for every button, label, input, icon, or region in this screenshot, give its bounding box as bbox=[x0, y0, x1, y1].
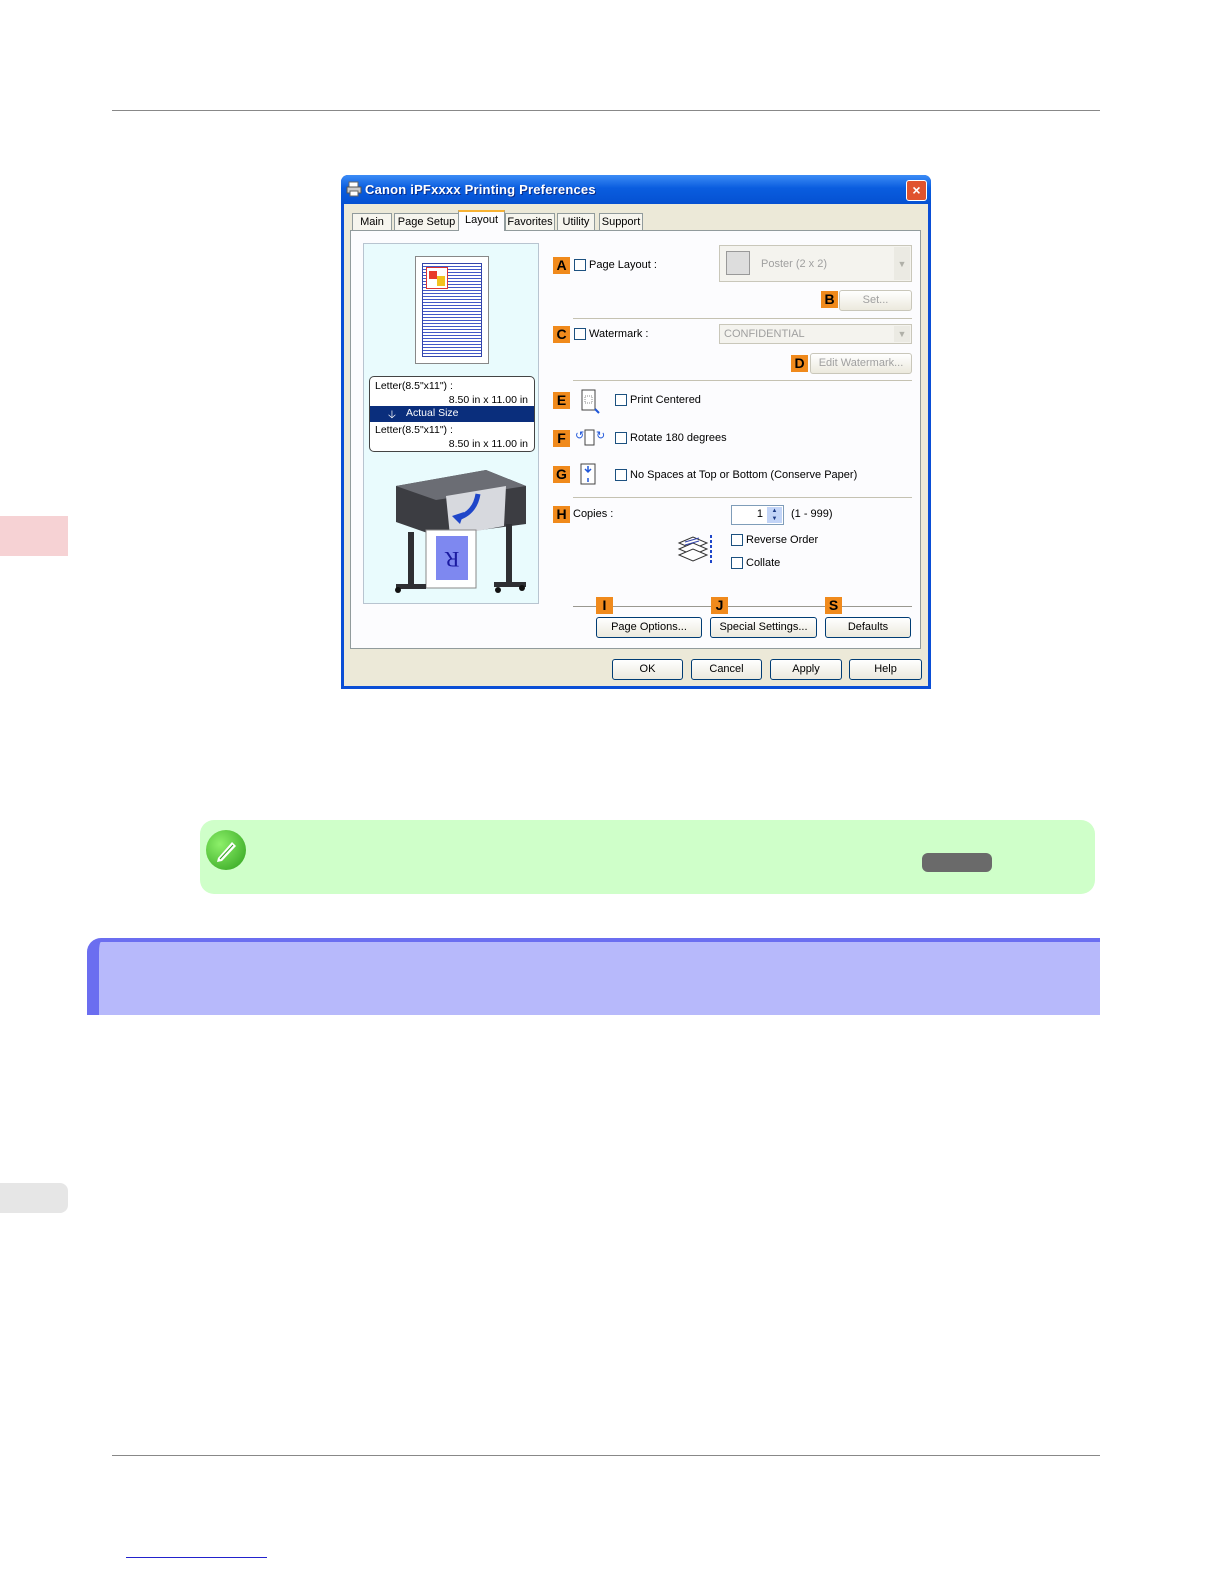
copies-spinner[interactable]: 1 ▲ ▼ bbox=[731, 505, 784, 525]
rotate-checkbox[interactable] bbox=[615, 432, 627, 444]
no-spaces-label: No Spaces at Top or Bottom (Conserve Pap… bbox=[630, 469, 858, 481]
callout-s: S bbox=[825, 597, 842, 614]
header-rule bbox=[112, 110, 1100, 111]
reverse-order-checkbox[interactable] bbox=[731, 534, 743, 546]
footer-rule bbox=[112, 1455, 1100, 1456]
set-button[interactable]: Set... bbox=[839, 290, 912, 311]
svg-text:↺: ↺ bbox=[575, 429, 584, 442]
title-bar[interactable]: Canon iPFxxxx Printing Preferences × bbox=[341, 175, 931, 204]
preview-image-icon bbox=[426, 267, 448, 289]
tab-main[interactable]: Main bbox=[352, 213, 392, 230]
watermark-value: CONFIDENTIAL bbox=[724, 328, 805, 340]
ok-button[interactable]: OK bbox=[612, 659, 683, 680]
close-icon[interactable]: × bbox=[906, 180, 927, 201]
section-heading-bar bbox=[87, 938, 1100, 1015]
callout-e: E bbox=[553, 392, 570, 409]
apply-button[interactable]: Apply bbox=[770, 659, 842, 680]
callout-g: G bbox=[553, 466, 570, 483]
watermark-checkbox[interactable] bbox=[574, 328, 586, 340]
printed-letter: R bbox=[444, 547, 459, 572]
cancel-button[interactable]: Cancel bbox=[691, 659, 762, 680]
spin-up-icon[interactable]: ▲ bbox=[767, 507, 782, 515]
scaling-band: 🡣 Actual Size bbox=[370, 406, 534, 422]
copies-label: Copies : bbox=[573, 508, 614, 520]
scaling-label: Actual Size bbox=[406, 407, 459, 419]
special-settings-button[interactable]: Special Settings... bbox=[710, 617, 817, 638]
output-size-label: Letter(8.5"x11") : bbox=[375, 424, 453, 436]
printer-illustration: R bbox=[386, 466, 532, 602]
separator bbox=[573, 497, 912, 498]
index-side-tab[interactable] bbox=[0, 1183, 68, 1213]
print-centered-icon bbox=[580, 389, 600, 415]
callout-j: J bbox=[711, 597, 728, 614]
separator bbox=[573, 606, 912, 607]
help-button[interactable]: Help bbox=[849, 659, 922, 680]
page-layout-value: Poster (2 x 2) bbox=[761, 258, 828, 270]
rotate-icon: ↺ ↻ bbox=[575, 427, 605, 449]
page-layout-checkbox[interactable] bbox=[574, 259, 586, 271]
separator bbox=[573, 380, 912, 381]
tab-layout[interactable]: Layout bbox=[458, 210, 505, 231]
tab-favorites[interactable]: Favorites bbox=[505, 213, 555, 230]
chevron-down-icon: ▼ bbox=[894, 326, 910, 342]
page-layout-combo[interactable]: Poster (2 x 2) ▼ bbox=[719, 245, 912, 282]
page-preview bbox=[415, 256, 489, 364]
down-arrow-icon: 🡣 bbox=[388, 409, 396, 421]
rotate-label: Rotate 180 degrees bbox=[630, 432, 727, 444]
copies-value: 1 bbox=[756, 508, 763, 520]
layout-tab-panel: Letter(8.5"x11") : 8.50 in x 11.00 in 🡣 … bbox=[350, 230, 921, 649]
paper-size-info: Letter(8.5"x11") : 8.50 in x 11.00 in 🡣 … bbox=[369, 376, 535, 452]
callout-h: H bbox=[553, 506, 570, 523]
page-options-button[interactable]: Page Options... bbox=[596, 617, 702, 638]
tab-support[interactable]: Support bbox=[599, 213, 643, 230]
reverse-order-label: Reverse Order bbox=[746, 534, 819, 546]
tab-page-setup[interactable]: Page Setup bbox=[394, 213, 459, 230]
window-title: Canon iPFxxxx Printing Preferences bbox=[365, 182, 596, 197]
note-box bbox=[200, 820, 1095, 894]
watermark-combo[interactable]: CONFIDENTIAL ▼ bbox=[719, 324, 912, 344]
print-centered-checkbox[interactable] bbox=[615, 394, 627, 406]
collate-stack-icon bbox=[677, 531, 713, 567]
collate-checkbox[interactable] bbox=[731, 557, 743, 569]
chapter-side-tab[interactable] bbox=[0, 516, 68, 556]
output-size-dims: 8.50 in x 11.00 in bbox=[448, 438, 528, 450]
callout-d: D bbox=[791, 355, 808, 372]
callout-b: B bbox=[821, 291, 838, 308]
print-centered-label: Print Centered bbox=[630, 394, 701, 406]
preview-pane: Letter(8.5"x11") : 8.50 in x 11.00 in 🡣 … bbox=[363, 243, 539, 604]
page-preview-content bbox=[422, 263, 482, 357]
original-size-label: Letter(8.5"x11") : bbox=[375, 380, 453, 392]
page-layout-label: Page Layout : bbox=[589, 259, 657, 271]
printer-icon bbox=[346, 181, 362, 197]
original-size-dims: 8.50 in x 11.00 in bbox=[448, 394, 528, 406]
dialog-client-area: Main Page Setup Layout Favorites Utility… bbox=[344, 204, 928, 686]
collate-label: Collate bbox=[746, 557, 781, 569]
callout-c: C bbox=[553, 326, 570, 343]
svg-text:↻: ↻ bbox=[596, 429, 605, 442]
edit-watermark-button[interactable]: Edit Watermark... bbox=[810, 353, 912, 374]
copies-range: (1 - 999) bbox=[791, 508, 833, 520]
footer-link[interactable] bbox=[126, 1557, 267, 1558]
watermark-label: Watermark : bbox=[589, 328, 649, 340]
callout-i: I bbox=[596, 597, 613, 614]
separator bbox=[573, 318, 912, 319]
reference-badge[interactable] bbox=[922, 853, 992, 872]
pencil-check-icon bbox=[206, 830, 246, 870]
conserve-paper-icon bbox=[579, 463, 599, 487]
tab-utility[interactable]: Utility bbox=[557, 213, 595, 230]
printing-preferences-dialog: Canon iPFxxxx Printing Preferences × Mai… bbox=[341, 175, 931, 689]
poster-layout-icon bbox=[726, 251, 750, 275]
no-spaces-checkbox[interactable] bbox=[615, 469, 627, 481]
defaults-button[interactable]: Defaults bbox=[825, 617, 911, 638]
callout-a: A bbox=[553, 257, 570, 274]
callout-f: F bbox=[553, 430, 570, 447]
spin-down-icon[interactable]: ▼ bbox=[767, 515, 782, 523]
chevron-down-icon: ▼ bbox=[894, 247, 910, 280]
